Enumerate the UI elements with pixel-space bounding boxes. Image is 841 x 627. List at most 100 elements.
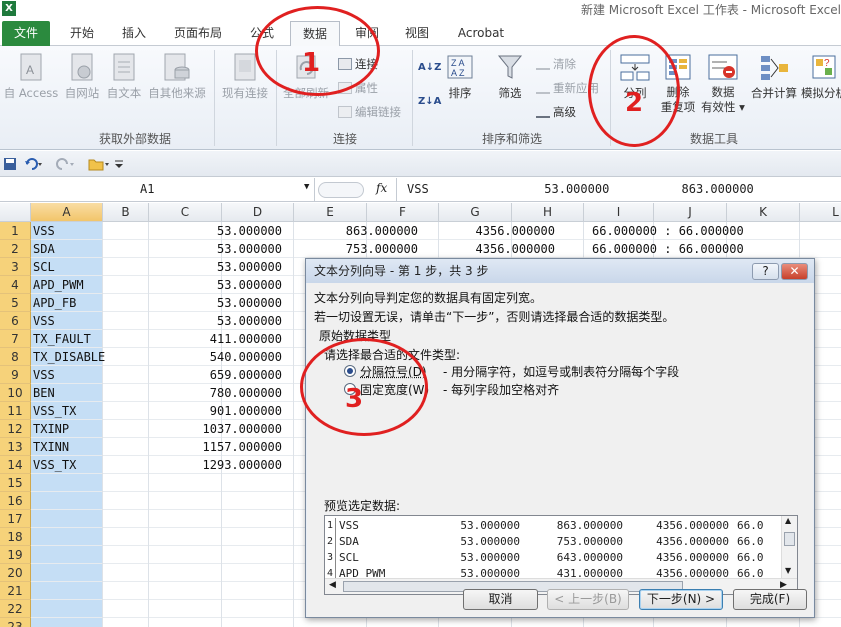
column-header-h[interactable]: H [512, 203, 584, 222]
cell-a9[interactable]: VSS [33, 366, 55, 384]
name-box[interactable]: A1 ▼ [0, 178, 315, 201]
close-button[interactable]: ✕ [781, 263, 808, 280]
cell-d9[interactable]: 659.000000 [186, 366, 282, 384]
cell-d1[interactable]: 53.000000 [186, 222, 282, 240]
row-header-10[interactable]: 10 [0, 384, 31, 402]
column-header-j[interactable]: J [654, 203, 727, 222]
formula-input[interactable]: VSS 53.000000 863.000000 [396, 178, 841, 201]
sort-ascending-button[interactable]: A↓Z [418, 62, 441, 73]
cell-d12[interactable]: 1037.000000 [186, 420, 282, 438]
tab-file[interactable]: 文件 [2, 21, 50, 46]
edit-links-button[interactable]: 编辑链接 [338, 104, 401, 120]
clear-filter-button[interactable]: 清除 [536, 56, 576, 72]
cell-e2[interactable]: 753.000000 [318, 240, 418, 258]
row-header-1[interactable]: 1 [0, 222, 31, 240]
cell-d2[interactable]: 53.000000 [186, 240, 282, 258]
scroll-down-icon[interactable]: ▼ [785, 566, 791, 575]
column-header-i[interactable]: I [584, 203, 654, 222]
from-web-button[interactable]: 自网站 [60, 52, 104, 101]
cell-a5[interactable]: APD_FB [33, 294, 76, 312]
redo-icon[interactable] [56, 157, 76, 171]
row-header-21[interactable]: 21 [0, 582, 31, 600]
cell-a14[interactable]: VSS_TX [33, 456, 76, 474]
column-header-a[interactable]: A [31, 203, 103, 222]
column-header-c[interactable]: C [149, 203, 222, 222]
row-header-22[interactable]: 22 [0, 600, 31, 618]
cell-d11[interactable]: 901.000000 [186, 402, 282, 420]
tab-acrobat[interactable]: Acrobat [446, 21, 516, 46]
row-header-2[interactable]: 2 [0, 240, 31, 258]
help-button[interactable]: ? [752, 263, 779, 280]
select-all-corner[interactable] [0, 203, 31, 222]
row-header-19[interactable]: 19 [0, 546, 31, 564]
row-header-11[interactable]: 11 [0, 402, 31, 420]
cell-a2[interactable]: SDA [33, 240, 55, 258]
column-header-d[interactable]: D [222, 203, 294, 222]
row-header-4[interactable]: 4 [0, 276, 31, 294]
row-header-14[interactable]: 14 [0, 456, 31, 474]
row-header-15[interactable]: 15 [0, 474, 31, 492]
tab-view[interactable]: 视图 [394, 21, 440, 46]
data-validation-button[interactable]: 数据 有效性 ▾ [700, 52, 746, 115]
column-header-k[interactable]: K [727, 203, 800, 222]
cell-e1[interactable]: 863.000000 [318, 222, 418, 240]
scroll-left-icon[interactable]: ◀ [329, 580, 336, 590]
from-other-sources-button[interactable]: 自其他来源 [144, 52, 210, 101]
row-header-13[interactable]: 13 [0, 438, 31, 456]
cell-d7[interactable]: 411.000000 [186, 330, 282, 348]
row-header-12[interactable]: 12 [0, 420, 31, 438]
tab-home[interactable]: 开始 [58, 21, 106, 46]
row-header-5[interactable]: 5 [0, 294, 31, 312]
excel-app-icon[interactable]: X [2, 1, 16, 16]
cell-a7[interactable]: TX_FAULT [33, 330, 91, 348]
row-header-6[interactable]: 6 [0, 312, 31, 330]
cell-g2[interactable]: 4356.000000 [455, 240, 555, 258]
cell-g1[interactable]: 4356.000000 [455, 222, 555, 240]
column-header-e[interactable]: E [294, 203, 367, 222]
cell-a3[interactable]: SCL [33, 258, 55, 276]
cell-d6[interactable]: 53.000000 [186, 312, 282, 330]
what-if-analysis-button[interactable]: ? 模拟分析 [800, 52, 841, 101]
cell-i2[interactable]: 66.000000 : 66.000000 [592, 240, 744, 258]
cell-d14[interactable]: 1293.000000 [186, 456, 282, 474]
cell-a12[interactable]: TXINP [33, 420, 69, 438]
insert-function-icon[interactable]: fx [376, 181, 387, 195]
cell-d13[interactable]: 1157.000000 [186, 438, 282, 456]
column-header-b[interactable]: B [103, 203, 149, 222]
row-header-16[interactable]: 16 [0, 492, 31, 510]
sort-descending-button[interactable]: Z↓A [418, 96, 441, 107]
finish-button[interactable]: 完成(F) [733, 589, 807, 610]
undo-icon[interactable] [24, 157, 44, 171]
preview-vertical-scrollbar[interactable]: ▲ ▼ [781, 516, 797, 578]
back-button[interactable]: < 上一步(B) [547, 589, 629, 610]
advanced-filter-button[interactable]: 高级 [536, 104, 576, 120]
cell-d4[interactable]: 53.000000 [186, 276, 282, 294]
cell-a1[interactable]: VSS [33, 222, 55, 240]
column-header-g[interactable]: G [439, 203, 512, 222]
cell-a13[interactable]: TXINN [33, 438, 69, 456]
save-icon[interactable] [3, 157, 17, 171]
cell-a8[interactable]: TX_DISABLE [33, 348, 105, 366]
tab-insert[interactable]: 插入 [110, 21, 158, 46]
cell-d8[interactable]: 540.000000 [186, 348, 282, 366]
cell-i1[interactable]: 66.000000 : 66.000000 [592, 222, 744, 240]
row-header-20[interactable]: 20 [0, 564, 31, 582]
row-header-23[interactable]: 23 [0, 618, 31, 627]
open-folder-icon[interactable] [88, 156, 110, 172]
column-header-l[interactable]: L [800, 203, 841, 222]
row-header-18[interactable]: 18 [0, 528, 31, 546]
cell-a10[interactable]: BEN [33, 384, 55, 402]
row-header-7[interactable]: 7 [0, 330, 31, 348]
sort-button[interactable]: Z AA Z 排序 [442, 52, 478, 101]
row-header-8[interactable]: 8 [0, 348, 31, 366]
cell-a4[interactable]: APD_PWM [33, 276, 84, 294]
next-button[interactable]: 下一步(N) > [639, 589, 723, 610]
consolidate-button[interactable]: 合并计算 [748, 52, 800, 101]
cell-d10[interactable]: 780.000000 [186, 384, 282, 402]
cell-d3[interactable]: 53.000000 [186, 258, 282, 276]
cell-a6[interactable]: VSS [33, 312, 55, 330]
from-text-button[interactable]: 自文本 [104, 52, 144, 101]
row-header-3[interactable]: 3 [0, 258, 31, 276]
customize-qat-icon[interactable] [114, 159, 124, 169]
filter-button[interactable]: 筛选 [490, 52, 530, 101]
